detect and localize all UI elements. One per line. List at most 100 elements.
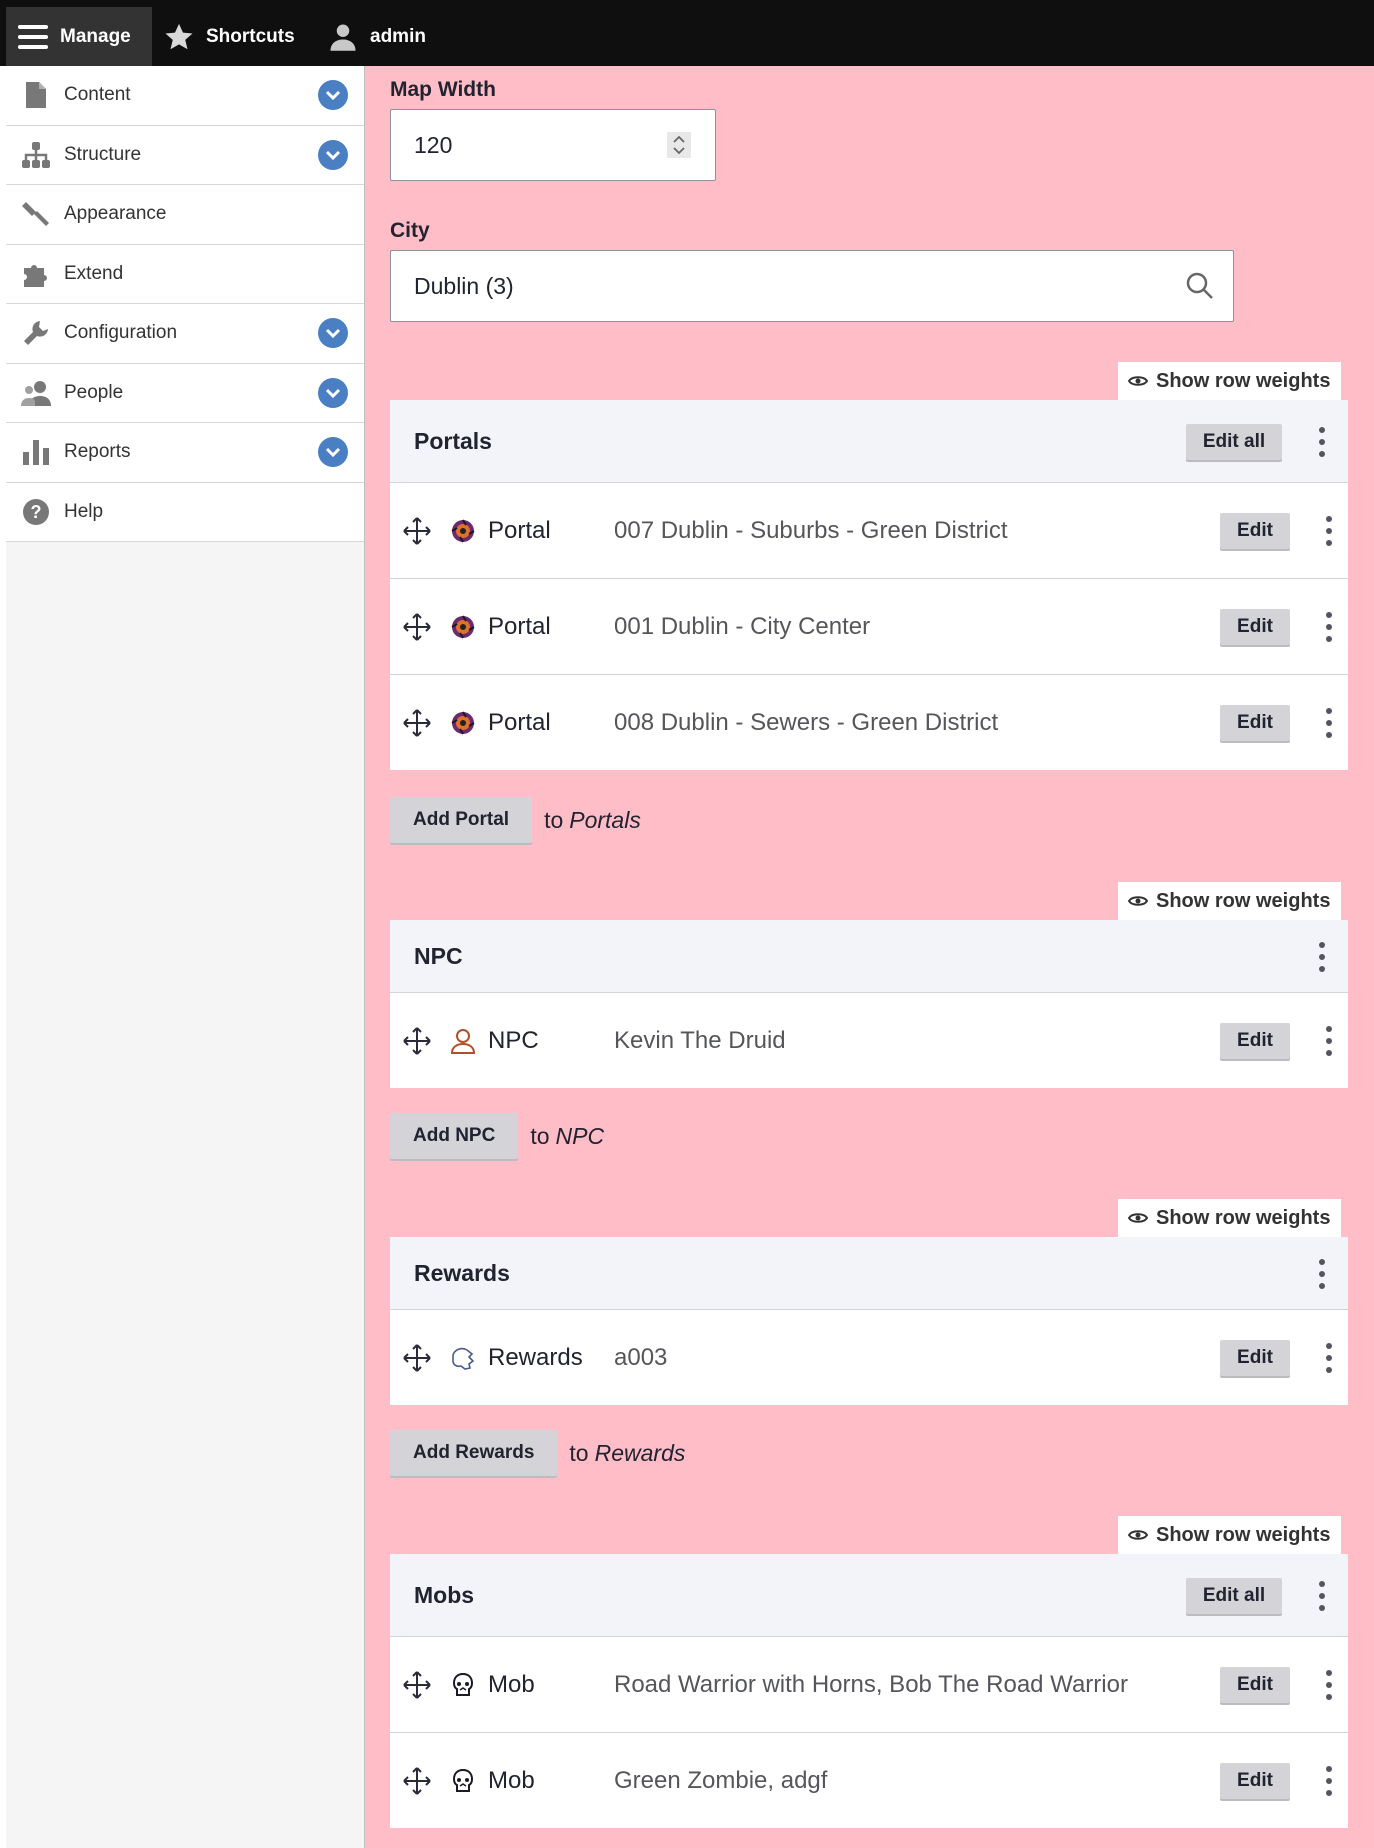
drag-handle-icon[interactable] (402, 1026, 432, 1056)
kebab-menu-icon[interactable] (1325, 1670, 1333, 1700)
row-type: Portal (488, 516, 551, 544)
chevron-down-icon[interactable] (318, 437, 348, 468)
drag-handle-icon[interactable] (402, 1670, 432, 1700)
show-row-weights-label: Show row weights (1156, 1523, 1331, 1546)
hamburger-icon (18, 24, 48, 49)
edit-button[interactable]: Edit (1220, 1340, 1290, 1376)
table-row: Rewards a003 Edit (390, 1309, 1348, 1405)
edit-button[interactable]: Edit (1220, 1763, 1290, 1799)
chevron-down-icon[interactable] (318, 139, 348, 170)
edit-all-button[interactable]: Edit all (1186, 424, 1282, 460)
kebab-menu-icon[interactable] (1318, 427, 1326, 457)
sidebar-item-structure[interactable]: Structure (6, 125, 364, 185)
drag-handle-icon[interactable] (402, 1343, 432, 1373)
show-row-weights-button[interactable]: Show row weights (1118, 1199, 1342, 1237)
kebab-menu-icon[interactable] (1325, 1026, 1333, 1056)
show-row-weights-button[interactable]: Show row weights (1118, 362, 1342, 400)
table-row: NPC Kevin The Druid Edit (390, 992, 1348, 1088)
map-width-label: Map Width (390, 78, 496, 101)
map-width-value: 120 (414, 131, 453, 158)
city-autocomplete-input[interactable]: Dublin (3) (390, 250, 1234, 322)
kebab-menu-icon[interactable] (1325, 1766, 1333, 1796)
add-rewards-button[interactable]: Add Rewards (390, 1430, 558, 1476)
drag-handle-icon[interactable] (402, 708, 432, 738)
eye-icon (1128, 376, 1148, 386)
add-npc-button[interactable]: Add NPC (390, 1113, 519, 1159)
add-portal-button[interactable]: Add Portal (390, 797, 533, 843)
kebab-menu-icon[interactable] (1325, 612, 1333, 642)
edit-button[interactable]: Edit (1220, 513, 1290, 549)
kebab-menu-icon[interactable] (1325, 708, 1333, 738)
row-type: Portal (488, 708, 551, 736)
table-row: Mob Green Zombie, adgf Edit (390, 1732, 1348, 1828)
chevron-down-icon[interactable] (318, 80, 348, 111)
city-value: Dublin (3) (414, 272, 514, 299)
user-label: admin (370, 25, 426, 47)
eye-icon (1128, 1530, 1148, 1540)
section-title: Mobs (414, 1581, 475, 1608)
mobs-table: Mobs Edit all Mob Road Warrior with Horn… (390, 1554, 1348, 1828)
kebab-menu-icon[interactable] (1325, 1343, 1333, 1373)
row-name: a003 (614, 1343, 668, 1371)
drag-handle-icon[interactable] (402, 612, 432, 642)
row-name: Green Zombie, adgf (614, 1766, 828, 1794)
bar-chart-icon (20, 436, 52, 468)
puzzle-icon (20, 258, 52, 290)
rewards-icon (452, 1347, 475, 1370)
drag-handle-icon[interactable] (402, 516, 432, 546)
edit-button[interactable]: Edit (1220, 1023, 1290, 1059)
add-rewards-line: Add Rewards to Rewards (390, 1430, 685, 1476)
table-row: Mob Road Warrior with Horns, Bob The Roa… (390, 1636, 1348, 1732)
row-name: 007 Dublin - Suburbs - Green District (614, 516, 1008, 544)
edit-button[interactable]: Edit (1220, 705, 1290, 741)
chevron-down-icon[interactable] (318, 318, 348, 349)
row-type: Rewards (488, 1343, 583, 1371)
spinner-arrows-icon (673, 135, 685, 155)
sidebar-item-configuration[interactable]: Configuration (6, 304, 364, 364)
sidebar-item-reports[interactable]: Reports (6, 423, 364, 483)
paintbrush-icon (20, 198, 52, 230)
map-width-input[interactable]: 120 (390, 109, 716, 181)
to-label: to (544, 806, 564, 833)
row-name: Kevin The Druid (614, 1026, 786, 1054)
row-type: Mob (488, 1766, 535, 1794)
show-row-weights-button[interactable]: Show row weights (1118, 882, 1342, 920)
drag-handle-icon[interactable] (402, 1766, 432, 1796)
edit-button[interactable]: Edit (1220, 1667, 1290, 1703)
help-icon: ? (20, 496, 52, 528)
edit-all-button[interactable]: Edit all (1186, 1578, 1282, 1614)
show-row-weights-label: Show row weights (1156, 1206, 1331, 1229)
shortcuts-tab[interactable]: Shortcuts (164, 7, 295, 66)
sidebar-item-extend[interactable]: Extend (6, 244, 364, 304)
sidebar-item-people[interactable]: People (6, 363, 364, 423)
kebab-menu-icon[interactable] (1318, 1581, 1326, 1611)
mob-icon (452, 1768, 474, 1792)
sidebar-item-appearance[interactable]: Appearance (6, 185, 364, 245)
section-title: Rewards (414, 1259, 510, 1286)
number-spinner[interactable] (667, 132, 691, 158)
user-tab[interactable]: admin (328, 7, 426, 66)
chevron-down-icon[interactable] (318, 377, 348, 408)
show-row-weights-button[interactable]: Show row weights (1118, 1516, 1342, 1554)
eye-icon (1128, 896, 1148, 906)
row-name: 001 Dublin - City Center (614, 612, 871, 640)
portal-icon (451, 711, 475, 735)
sidebar-item-help[interactable]: ? Help (6, 482, 364, 542)
manage-tab[interactable]: Manage (6, 7, 152, 66)
target-section-label: Rewards (594, 1439, 686, 1466)
target-section-label: Portals (569, 806, 641, 833)
edit-button[interactable]: Edit (1220, 609, 1290, 645)
city-label: City (390, 219, 430, 242)
row-type: NPC (488, 1026, 539, 1054)
table-header: Mobs Edit all (390, 1554, 1348, 1636)
kebab-menu-icon[interactable] (1318, 1259, 1326, 1289)
table-row: Portal 001 Dublin - City Center Edit (390, 578, 1348, 674)
people-icon (20, 377, 52, 409)
kebab-menu-icon[interactable] (1325, 516, 1333, 546)
kebab-menu-icon[interactable] (1318, 942, 1326, 972)
eye-icon (1128, 1213, 1148, 1223)
user-icon (330, 24, 356, 51)
portals-table: Portals Edit all Portal 007 Dublin - Sub… (390, 400, 1348, 770)
sidebar-item-content[interactable]: Content (6, 66, 364, 126)
section-title: NPC (414, 942, 463, 969)
